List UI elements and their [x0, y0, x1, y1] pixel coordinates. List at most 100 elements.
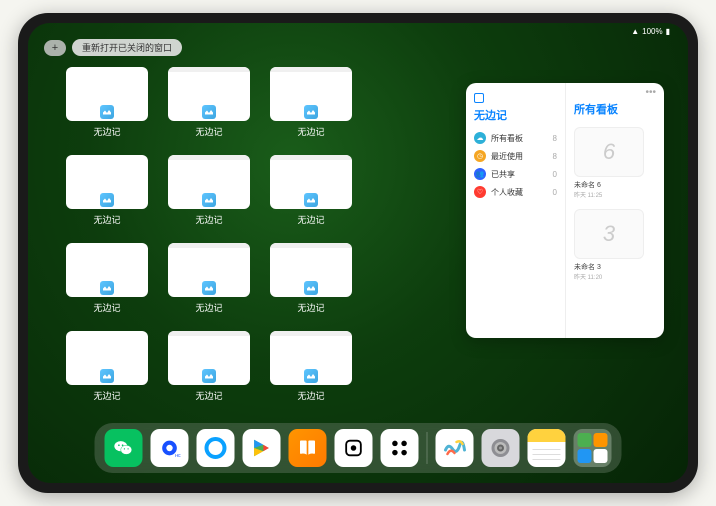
gear-icon [489, 436, 513, 460]
sidebar-item-icon: ♡ [474, 186, 486, 198]
board-card[interactable]: 3 未命名 3昨天 11:20 [574, 209, 644, 281]
window-label: 无边记 [297, 125, 324, 138]
sidebar-item[interactable]: 👥 已共享 0 [474, 165, 557, 183]
freeform-app-badge-icon [100, 369, 114, 383]
freeform-app-badge-icon [202, 105, 216, 119]
sidebar-item-label: 最近使用 [491, 151, 548, 162]
window-label: 无边记 [297, 213, 324, 226]
window-label: 无边记 [93, 389, 120, 402]
board-label: 未命名 6 [574, 180, 644, 190]
quark-icon: HD [159, 437, 181, 459]
window-tile[interactable]: 无边记 [64, 243, 150, 317]
connect-icon [389, 437, 411, 459]
dock-app-quark[interactable]: HD [151, 429, 189, 467]
window-tile[interactable]: 无边记 [268, 67, 354, 141]
freeform-app-badge-icon [202, 193, 216, 207]
window-tile[interactable]: 无边记 [268, 331, 354, 405]
window-tile[interactable]: 无边记 [166, 67, 252, 141]
dock-app-play[interactable] [243, 429, 281, 467]
top-controls: + 重新打开已关闭的窗口 [44, 39, 182, 56]
board-label: 未命名 3 [574, 262, 644, 272]
freeform-app-badge-icon [202, 281, 216, 295]
play-icon [251, 437, 273, 459]
dock-app-library[interactable] [574, 429, 612, 467]
dice-icon [343, 437, 365, 459]
board-sublabel: 昨天 11:20 [574, 272, 644, 281]
freeform-app-badge-icon [304, 369, 318, 383]
dock-app-connect[interactable] [381, 429, 419, 467]
window-thumbnail [168, 67, 250, 121]
freeform-app-badge-icon [304, 281, 318, 295]
sidebar-item[interactable]: ☁所有看板8 [474, 129, 557, 147]
battery-icon: ▮ [666, 27, 670, 36]
window-tile[interactable]: 无边记 [64, 67, 150, 141]
board-thumbnail: 6 [574, 127, 644, 177]
battery-label: 100% [642, 27, 662, 36]
sidebar-layout-icon [474, 93, 484, 103]
dock-app-settings[interactable] [482, 429, 520, 467]
sidebar-header [474, 93, 557, 103]
boards-title: 所有看板 [574, 101, 656, 117]
dock-app-wechat[interactable] [105, 429, 143, 467]
sidebar-item-icon: 👥 [474, 168, 486, 180]
notes-icon [528, 429, 566, 442]
freeform-app-badge-icon [100, 105, 114, 119]
window-tile[interactable]: 无边记 [64, 331, 150, 405]
sidebar-item-count: 0 [553, 188, 557, 197]
freeform-icon [443, 436, 467, 460]
window-thumbnail [270, 155, 352, 209]
window-thumbnail [168, 155, 250, 209]
sidebar-item-count: 0 [553, 170, 557, 179]
window-thumbnail [168, 331, 250, 385]
freeform-panel: 无边记 ☁所有看板8 ◷ 最近使用 8 👥 已共享 0 ♡ 个人收藏 0 ••• 所有看板 6 未命… [466, 83, 664, 338]
window-label: 无边记 [195, 301, 222, 314]
window-tile[interactable]: 无边记 [268, 155, 354, 229]
ipad-frame: ▲ 100% ▮ + 重新打开已关闭的窗口 无边记无边记无边记无边记无边记无边记… [18, 13, 698, 493]
window-label: 无边记 [195, 389, 222, 402]
window-thumbnail [270, 331, 352, 385]
boards-section: ••• 所有看板 6 未命名 6昨天 11:25 3 未命名 3昨天 11:20 [566, 83, 664, 338]
freeform-app-badge-icon [100, 193, 114, 207]
sidebar-item[interactable]: ♡ 个人收藏 0 [474, 183, 557, 201]
window-thumbnail [66, 243, 148, 297]
window-label: 无边记 [93, 213, 120, 226]
sidebar-item[interactable]: ◷最近使用8 [474, 147, 557, 165]
window-thumbnail [66, 155, 148, 209]
freeform-app-badge-icon [202, 369, 216, 383]
reopen-closed-window-button[interactable]: 重新打开已关闭的窗口 [72, 39, 182, 56]
sidebar-item-label: 个人收藏 [491, 187, 548, 198]
freeform-app-badge-icon [100, 281, 114, 295]
dock-app-dice[interactable] [335, 429, 373, 467]
freeform-app-badge-icon [304, 193, 318, 207]
board-card[interactable]: 6 未命名 6昨天 11:25 [574, 127, 644, 199]
window-tile[interactable]: 无边记 [166, 155, 252, 229]
dock-app-books[interactable] [289, 429, 327, 467]
dock-separator [427, 432, 428, 464]
dock-app-freeform[interactable] [436, 429, 474, 467]
window-thumbnail [168, 243, 250, 297]
window-label: 无边记 [93, 301, 120, 314]
window-tile[interactable]: 无边记 [166, 331, 252, 405]
window-label: 无边记 [297, 301, 324, 314]
sidebar-item-icon: ◷ [474, 150, 486, 162]
window-label: 无边记 [297, 389, 324, 402]
wechat-icon [113, 437, 135, 459]
dock-app-qqbrowser[interactable] [197, 429, 235, 467]
new-window-button[interactable]: + [44, 40, 66, 56]
freeform-sidebar: 无边记 ☁所有看板8 ◷ 最近使用 8 👥 已共享 0 ♡ 个人收藏 0 [466, 83, 566, 338]
wifi-icon: ▲ [631, 27, 639, 36]
board-sublabel: 昨天 11:25 [574, 190, 644, 199]
dock: HD [95, 423, 622, 473]
board-thumbnail: 3 [574, 209, 644, 259]
window-thumbnail [270, 243, 352, 297]
window-tile[interactable]: 无边记 [64, 155, 150, 229]
more-button[interactable]: ••• [645, 87, 656, 98]
window-tile[interactable]: 无边记 [268, 243, 354, 317]
app-switcher-grid: 无边记无边记无边记无边记无边记无边记无边记无边记无边记无边记无边记无边记 [64, 67, 456, 405]
sidebar-title: 无边记 [474, 107, 557, 123]
sidebar-item-label: 已共享 [491, 169, 548, 180]
window-tile[interactable]: 无边记 [166, 243, 252, 317]
freeform-app-badge-icon [304, 105, 318, 119]
sidebar-item-count: 8 [553, 134, 557, 143]
dock-app-notes[interactable] [528, 429, 566, 467]
